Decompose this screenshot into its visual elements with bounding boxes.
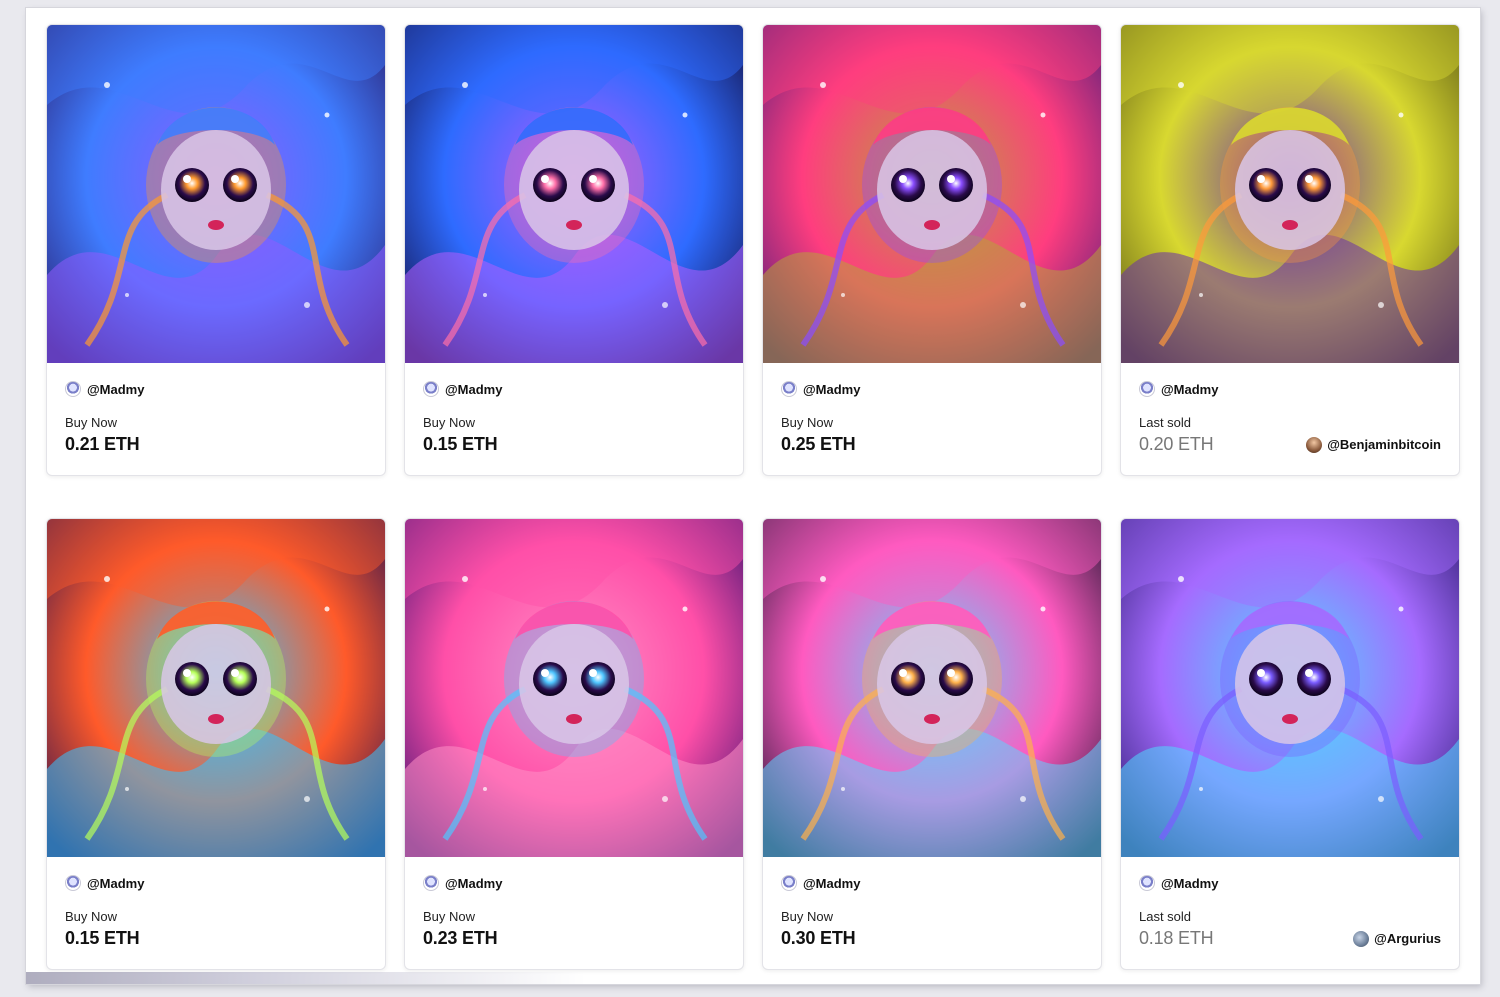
creator-avatar: [781, 875, 797, 891]
card-meta: @Madmy Last sold 0.18 ETH @Argurius: [1121, 857, 1459, 949]
nft-card[interactable]: @Madmy Buy Now 0.15 ETH: [46, 518, 386, 970]
nft-card[interactable]: @Madmy Last sold 0.20 ETH @Benjaminbitco…: [1120, 24, 1460, 476]
sale-status-label: Last sold: [1139, 415, 1192, 430]
nft-card[interactable]: @Madmy Buy Now 0.23 ETH: [404, 518, 744, 970]
creator-avatar: [1139, 875, 1155, 891]
nft-card[interactable]: @Madmy Buy Now 0.21 ETH: [46, 24, 386, 476]
card-meta: @Madmy Buy Now 0.30 ETH: [763, 857, 1101, 949]
price-value: 0.23 ETH: [423, 928, 498, 948]
card-meta: @Madmy Buy Now 0.23 ETH: [405, 857, 743, 949]
sale-status-label: Buy Now: [423, 909, 476, 924]
nft-grid: @Madmy Buy Now 0.21 ETH @Madmy Buy Now 0…: [46, 24, 1460, 970]
owner-name[interactable]: @Benjaminbitcoin: [1327, 437, 1441, 452]
owner-row[interactable]: @Benjaminbitcoin: [1306, 436, 1441, 453]
price-row: 0.23 ETH: [423, 928, 725, 949]
creator-name[interactable]: @Madmy: [445, 382, 502, 397]
card-meta: @Madmy Buy Now 0.25 ETH: [763, 363, 1101, 455]
price-value: 0.21 ETH: [65, 434, 140, 454]
card-meta: @Madmy Buy Now 0.15 ETH: [405, 363, 743, 455]
owner-avatar: [1306, 436, 1323, 453]
nft-artwork-image[interactable]: [47, 519, 385, 857]
sale-status-label: Last sold: [1139, 909, 1192, 924]
page-sheet: @Madmy Buy Now 0.21 ETH @Madmy Buy Now 0…: [26, 8, 1480, 984]
nft-card[interactable]: @Madmy Buy Now 0.25 ETH: [762, 24, 1102, 476]
price-row: 0.15 ETH: [423, 434, 725, 455]
card-meta: @Madmy Buy Now 0.21 ETH: [47, 363, 385, 455]
creator-name[interactable]: @Madmy: [803, 382, 860, 397]
creator-name[interactable]: @Madmy: [803, 876, 860, 891]
creator-row[interactable]: @Madmy: [65, 381, 367, 397]
creator-name[interactable]: @Madmy: [87, 382, 144, 397]
owner-avatar: [1353, 930, 1370, 947]
price-row: 0.15 ETH: [65, 928, 367, 949]
card-meta: @Madmy Last sold 0.20 ETH @Benjaminbitco…: [1121, 363, 1459, 455]
nft-card[interactable]: @Madmy Buy Now 0.15 ETH: [404, 24, 744, 476]
price-row: 0.18 ETH @Argurius: [1139, 928, 1441, 949]
creator-name[interactable]: @Madmy: [445, 876, 502, 891]
price-value: 0.25 ETH: [781, 434, 856, 454]
nft-artwork-image[interactable]: [47, 25, 385, 363]
nft-artwork-image[interactable]: [763, 25, 1101, 363]
price-value: 0.15 ETH: [423, 434, 498, 454]
creator-avatar: [65, 875, 81, 891]
sale-status-label: Buy Now: [65, 909, 118, 924]
creator-row[interactable]: @Madmy: [781, 875, 1083, 891]
nft-artwork-image[interactable]: [1121, 25, 1459, 363]
sale-status-label: Buy Now: [781, 909, 834, 924]
creator-row[interactable]: @Madmy: [423, 875, 725, 891]
edge-scuff-decoration: [26, 972, 586, 984]
owner-name[interactable]: @Argurius: [1374, 931, 1441, 946]
creator-avatar: [781, 381, 797, 397]
creator-name[interactable]: @Madmy: [87, 876, 144, 891]
price-value: 0.30 ETH: [781, 928, 856, 948]
owner-row[interactable]: @Argurius: [1353, 930, 1441, 947]
nft-artwork-image[interactable]: [405, 25, 743, 363]
creator-avatar: [423, 875, 439, 891]
price-value: 0.15 ETH: [65, 928, 140, 948]
nft-artwork-image[interactable]: [763, 519, 1101, 857]
price-row: 0.21 ETH: [65, 434, 367, 455]
card-meta: @Madmy Buy Now 0.15 ETH: [47, 857, 385, 949]
nft-artwork-image[interactable]: [1121, 519, 1459, 857]
creator-name[interactable]: @Madmy: [1161, 382, 1218, 397]
sale-status-label: Buy Now: [423, 415, 476, 430]
creator-row[interactable]: @Madmy: [65, 875, 367, 891]
sale-status-label: Buy Now: [781, 415, 834, 430]
creator-row[interactable]: @Madmy: [781, 381, 1083, 397]
creator-row[interactable]: @Madmy: [423, 381, 725, 397]
sale-status-label: Buy Now: [65, 415, 118, 430]
price-row: 0.20 ETH @Benjaminbitcoin: [1139, 434, 1441, 455]
price-row: 0.25 ETH: [781, 434, 1083, 455]
creator-row[interactable]: @Madmy: [1139, 875, 1441, 891]
price-row: 0.30 ETH: [781, 928, 1083, 949]
creator-name[interactable]: @Madmy: [1161, 876, 1218, 891]
nft-card[interactable]: @Madmy Buy Now 0.30 ETH: [762, 518, 1102, 970]
price-value: 0.18 ETH: [1139, 928, 1214, 948]
creator-avatar: [1139, 381, 1155, 397]
creator-avatar: [423, 381, 439, 397]
price-value: 0.20 ETH: [1139, 434, 1214, 454]
nft-artwork-image[interactable]: [405, 519, 743, 857]
creator-avatar: [65, 381, 81, 397]
creator-row[interactable]: @Madmy: [1139, 381, 1441, 397]
nft-card[interactable]: @Madmy Last sold 0.18 ETH @Argurius: [1120, 518, 1460, 970]
